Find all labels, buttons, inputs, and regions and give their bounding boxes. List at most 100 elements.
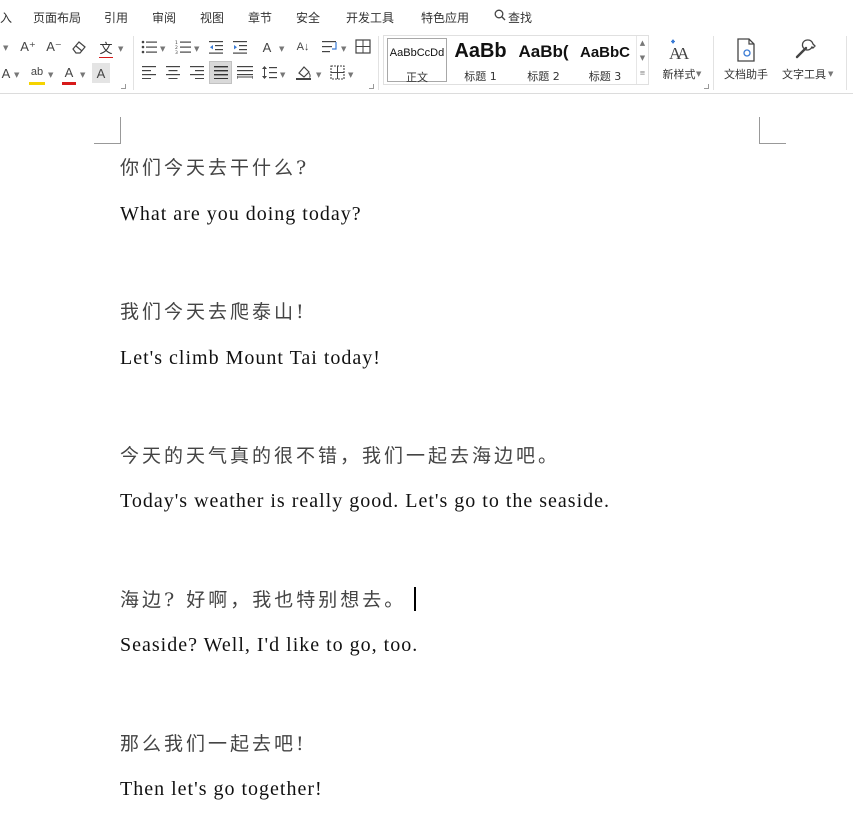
doc-line-en[interactable]: What are you doing today? [120, 203, 362, 226]
crop-mark-top-right-v [759, 117, 760, 144]
text-effect-button[interactable]: A [0, 63, 12, 83]
numbering-dropdown-icon[interactable]: ▼ [194, 45, 199, 53]
style-normal[interactable]: AaBbCcDd 正文 [387, 38, 447, 84]
tab-security[interactable]: 安全 [296, 9, 320, 26]
tab-view[interactable]: 视图 [200, 9, 224, 26]
new-style-button[interactable]: A A 新样式 [663, 38, 696, 88]
pinyin-dropdown-icon[interactable]: ▼ [118, 45, 123, 53]
style-heading-1[interactable]: AaBb 标题 1 [450, 38, 511, 83]
paragraph-dialog-launcher[interactable] [369, 84, 374, 89]
decrease-indent-icon[interactable] [209, 40, 223, 54]
doc-line-zh[interactable]: 今天的天气真的很不错，我们一起去海边吧。 [120, 441, 560, 468]
doc-line-en[interactable]: Today's weather is really good. Let's go… [120, 490, 610, 513]
doc-assistant-button[interactable]: 文档助手 [724, 38, 768, 88]
pinyin-underline [99, 57, 113, 58]
text-tools-label: 文字工具 [782, 68, 826, 81]
style-label: 标题 2 [527, 70, 560, 83]
separator [713, 36, 714, 90]
style-heading-2[interactable]: AaBb( 标题 2 [513, 38, 574, 83]
tab-page-layout[interactable]: 页面布局 [33, 9, 81, 26]
distributed-align-icon[interactable] [237, 66, 253, 79]
text-tools-button[interactable]: 文字工具 [782, 38, 826, 88]
highlight-button[interactable]: ab [27, 62, 47, 82]
crop-mark-top-left-v [120, 117, 121, 144]
text-effect-dropdown-icon[interactable]: ▼ [14, 71, 19, 79]
tab-chapter[interactable]: 章节 [248, 9, 272, 26]
style-heading-3[interactable]: AaBbC 标题 3 [575, 38, 635, 83]
table-border-icon[interactable] [355, 39, 371, 54]
new-style-icon: A A [669, 39, 690, 62]
gallery-expand-icon[interactable]: ≡ [637, 66, 648, 81]
numbered-list-icon[interactable]: 1 2 3 [175, 40, 191, 54]
doc-line-zh[interactable]: 那么我们一起去吧! [120, 729, 307, 756]
text-direction-dropdown-icon[interactable]: ▼ [279, 45, 284, 53]
doc-line-en[interactable]: Seaside? Well, I'd like to go, too. [120, 634, 418, 657]
gallery-scroll[interactable]: ▲ ▼ ≡ [636, 36, 648, 84]
font-color-button[interactable]: A [60, 62, 78, 82]
font-color-dropdown-icon[interactable]: ▼ [80, 71, 85, 79]
style-label: 标题 1 [464, 70, 497, 83]
style-sample: AaBb [454, 40, 507, 62]
tab-insert[interactable]: 入 [0, 9, 12, 26]
highlight-dropdown-icon[interactable]: ▼ [48, 71, 53, 79]
separator [133, 36, 134, 90]
doc-line-en[interactable]: Let's climb Mount Tai today! [120, 347, 381, 370]
highlight-color-swatch [29, 82, 45, 85]
text-direction-button[interactable]: A [258, 37, 276, 57]
scroll-down-icon[interactable]: ▼ [637, 51, 648, 66]
doc-line-text[interactable]: 海边? 好啊，我也特别想去。 [120, 589, 406, 611]
doc-line-en[interactable]: Then let's go together! [120, 778, 323, 801]
shading-icon[interactable] [296, 65, 313, 80]
sort-button[interactable]: A↓ [294, 37, 312, 57]
search-label[interactable]: 查找 [508, 9, 532, 26]
increase-indent-icon[interactable] [233, 40, 247, 54]
styles-gallery: AaBbCcDd 正文 AaBb 标题 1 AaBb( 标题 2 AaBbC 标… [383, 35, 649, 85]
doc-line-zh-with-cursor[interactable]: 海边? 好啊，我也特别想去。 [120, 585, 417, 612]
line-break-icon[interactable] [322, 40, 338, 54]
style-label: 正文 [406, 71, 428, 84]
font-dialog-launcher[interactable] [121, 84, 126, 89]
tab-special-apps[interactable]: 特色应用 [421, 9, 469, 26]
doc-line-zh[interactable]: 你们今天去干什么? [120, 153, 309, 180]
line-break-dropdown-icon[interactable]: ▼ [341, 45, 346, 53]
new-style-dropdown-icon[interactable]: ▼ [696, 70, 701, 78]
clear-format-icon[interactable] [71, 40, 87, 54]
align-left-icon[interactable] [142, 66, 156, 79]
font-size-dropdown-icon[interactable]: ▼ [3, 44, 8, 52]
tab-review[interactable]: 审阅 [152, 9, 176, 26]
bullet-list-icon[interactable] [141, 40, 157, 54]
borders-icon[interactable] [330, 65, 345, 80]
search-icon[interactable] [494, 9, 506, 21]
font-color-swatch [62, 82, 76, 85]
separator [846, 36, 847, 90]
wrench-icon [795, 39, 816, 59]
borders-dropdown-icon[interactable]: ▼ [348, 71, 353, 79]
align-center-icon[interactable] [166, 66, 180, 79]
ribbon-toolbar: ▼ A⁺ A⁻ 文 ▼ A ▼ ab ▼ A ▼ A ▼ 1 2 3 ▼ A ▼… [0, 32, 853, 94]
pinyin-guide-button[interactable]: 文 [97, 37, 115, 57]
style-label: 标题 3 [588, 70, 622, 83]
line-spacing-dropdown-icon[interactable]: ▼ [280, 71, 285, 79]
text-tools-dropdown-icon[interactable]: ▼ [828, 70, 833, 78]
style-sample: AaBbCcDd [389, 47, 445, 59]
char-shading-button[interactable]: A [92, 63, 110, 83]
shrink-font-button[interactable]: A⁻ [44, 37, 64, 57]
styles-dialog-launcher[interactable] [704, 84, 709, 89]
text-cursor [414, 587, 417, 611]
style-sample: AaBb( [518, 42, 569, 61]
tab-references[interactable]: 引用 [104, 9, 128, 26]
shading-dropdown-icon[interactable]: ▼ [316, 71, 321, 79]
document-page[interactable]: 你们今天去干什么? What are you doing today? 我们今天… [0, 95, 853, 816]
justify-active-bg[interactable] [209, 61, 232, 84]
line-spacing-icon[interactable] [262, 65, 277, 80]
svg-text:3: 3 [175, 50, 178, 54]
crop-mark-top-left-h [94, 143, 121, 144]
align-justify-icon[interactable] [214, 66, 228, 79]
svg-text:A: A [677, 44, 690, 62]
tab-developer-tools[interactable]: 开发工具 [346, 9, 394, 26]
scroll-up-icon[interactable]: ▲ [637, 36, 648, 51]
align-right-icon[interactable] [190, 66, 204, 79]
doc-line-zh[interactable]: 我们今天去爬泰山! [120, 297, 307, 324]
bullet-dropdown-icon[interactable]: ▼ [160, 45, 165, 53]
grow-font-button[interactable]: A⁺ [18, 37, 38, 57]
